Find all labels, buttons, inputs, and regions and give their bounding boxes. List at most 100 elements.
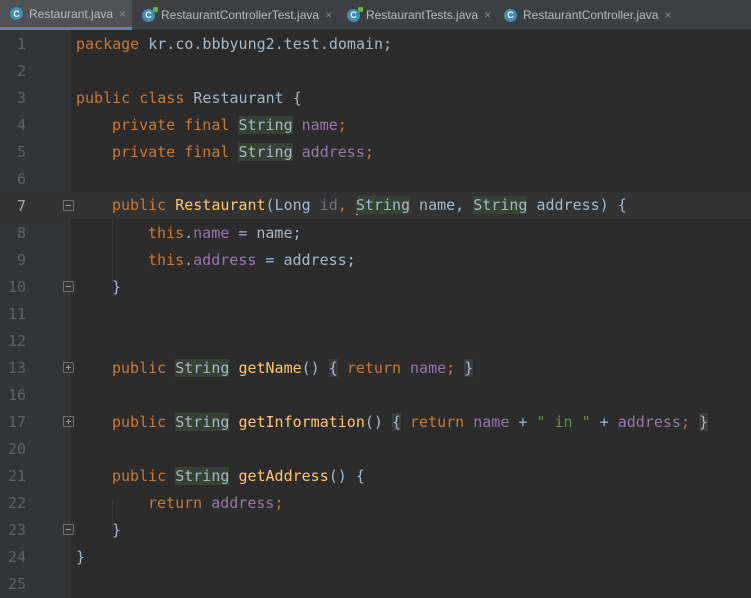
assignment: = address; bbox=[256, 250, 356, 269]
package-name: kr.co.bbbyung2.test.domain; bbox=[139, 34, 393, 53]
line-number: 8 bbox=[16, 223, 26, 242]
tab-label: RestaurantTests.java bbox=[366, 8, 479, 22]
code-line[interactable]: 6 bbox=[0, 165, 751, 192]
line-number: 22 bbox=[7, 493, 26, 512]
keyword: this bbox=[148, 223, 185, 242]
code-line[interactable]: 13 public String getName() { return name… bbox=[0, 354, 751, 381]
tab-restaurant-java[interactable]: C Restaurant.java × bbox=[0, 0, 132, 30]
keyword: private final bbox=[112, 115, 230, 134]
keyword: private final bbox=[112, 142, 230, 161]
test-class-icon: C bbox=[142, 6, 158, 22]
code-line[interactable]: 10 } bbox=[0, 273, 751, 300]
keyword: public bbox=[112, 358, 167, 377]
class-icon: C bbox=[504, 8, 517, 22]
line-number: 12 bbox=[7, 331, 26, 350]
code-line[interactable]: 17 public String getInformation() { retu… bbox=[0, 408, 751, 435]
folded-brace[interactable]: } bbox=[464, 358, 474, 377]
field-name: address bbox=[193, 250, 257, 269]
fold-collapse-icon[interactable] bbox=[63, 200, 74, 211]
fold-end-icon[interactable] bbox=[63, 524, 74, 535]
close-icon[interactable]: × bbox=[664, 8, 671, 22]
keyword: return bbox=[346, 358, 401, 377]
dot: . bbox=[184, 250, 194, 269]
code-line-current[interactable]: 7 public Restaurant(Long id, String name… bbox=[0, 192, 751, 219]
line-number: 11 bbox=[7, 304, 26, 323]
type-name: String bbox=[238, 142, 293, 161]
code-line[interactable]: 1 package kr.co.bbbyung2.test.domain; bbox=[0, 30, 751, 57]
field-name: address bbox=[211, 493, 275, 512]
class-name: Restaurant { bbox=[184, 88, 302, 107]
keyword: public bbox=[76, 88, 131, 107]
tab-restaurant-controller-java[interactable]: C RestaurantController.java × bbox=[494, 0, 679, 30]
code-line[interactable]: 9 this.address = address; bbox=[0, 246, 751, 273]
code-line[interactable]: 4 private final String name; bbox=[0, 111, 751, 138]
line-number: 2 bbox=[16, 61, 26, 80]
line-number: 3 bbox=[16, 88, 26, 107]
code-line[interactable]: 11 bbox=[0, 300, 751, 327]
operator: + bbox=[590, 412, 618, 431]
keyword: public bbox=[112, 412, 167, 431]
fold-end-icon[interactable] bbox=[63, 281, 74, 292]
keyword: class bbox=[139, 88, 185, 107]
parens: () bbox=[364, 412, 383, 431]
test-class-icon: C bbox=[347, 6, 363, 22]
param-name: name, bbox=[410, 196, 474, 215]
close-icon[interactable]: × bbox=[119, 7, 126, 21]
folded-brace[interactable]: { bbox=[391, 412, 401, 431]
keyword: this bbox=[148, 250, 185, 269]
type-name: String bbox=[355, 196, 411, 215]
closing-brace: } bbox=[112, 520, 122, 539]
string-literal: " in " bbox=[536, 412, 591, 431]
code-line[interactable]: 22 return address; bbox=[0, 489, 751, 516]
editor-tab-bar: C Restaurant.java × C RestaurantControll… bbox=[0, 0, 751, 30]
fold-expand-icon[interactable] bbox=[63, 362, 74, 373]
folded-brace[interactable]: } bbox=[699, 412, 709, 431]
type-name: String bbox=[175, 412, 230, 431]
folded-brace[interactable]: { bbox=[328, 358, 338, 377]
tab-label: Restaurant.java bbox=[29, 6, 114, 21]
line-number: 16 bbox=[7, 385, 26, 404]
code-line[interactable]: 16 bbox=[0, 381, 751, 408]
code-line[interactable]: 2 bbox=[0, 57, 751, 84]
semicolon: ; bbox=[446, 358, 456, 377]
keyword: return bbox=[410, 412, 465, 431]
line-number: 6 bbox=[16, 169, 26, 188]
keyword: package bbox=[76, 34, 140, 53]
close-icon[interactable]: × bbox=[325, 8, 332, 22]
parens: () bbox=[301, 358, 320, 377]
code-editor[interactable]: 1 package kr.co.bbbyung2.test.domain; 2 … bbox=[0, 30, 751, 598]
code-line[interactable]: 24 } bbox=[0, 543, 751, 570]
param-name: address) { bbox=[527, 196, 627, 215]
method-name: getName bbox=[238, 358, 302, 377]
method-name: getInformation bbox=[238, 412, 365, 431]
semicolon: ; bbox=[337, 115, 347, 134]
code-line[interactable]: 8 this.name = name; bbox=[0, 219, 751, 246]
line-number: 23 bbox=[7, 520, 26, 539]
fold-expand-icon[interactable] bbox=[63, 416, 74, 427]
type-name: String bbox=[238, 115, 293, 134]
keyword: public bbox=[112, 466, 167, 485]
code-line[interactable]: 3 public class Restaurant { bbox=[0, 84, 751, 111]
code-line[interactable]: 25 bbox=[0, 570, 751, 597]
param-type: (Long bbox=[265, 196, 320, 215]
tab-restaurant-controller-test-java[interactable]: C RestaurantControllerTest.java × bbox=[132, 0, 337, 30]
method-open: () { bbox=[328, 466, 365, 485]
tab-restaurant-tests-java[interactable]: C RestaurantTests.java × bbox=[337, 0, 494, 30]
code-line[interactable]: 12 bbox=[0, 327, 751, 354]
assignment: = name; bbox=[229, 223, 302, 242]
field-name: address bbox=[301, 142, 365, 161]
line-number: 10 bbox=[7, 277, 26, 296]
closing-brace: } bbox=[76, 547, 86, 566]
field-name: name bbox=[410, 358, 447, 377]
code-line[interactable]: 5 private final String address; bbox=[0, 138, 751, 165]
code-line[interactable]: 21 public String getAddress() { bbox=[0, 462, 751, 489]
constructor-name: Restaurant bbox=[175, 196, 266, 215]
line-number: 25 bbox=[7, 574, 26, 593]
code-line[interactable]: 20 bbox=[0, 435, 751, 462]
close-icon[interactable]: × bbox=[484, 8, 491, 22]
type-name: String bbox=[473, 196, 528, 215]
comma: , bbox=[337, 196, 356, 215]
line-number: 17 bbox=[7, 412, 26, 431]
code-line[interactable]: 23 } bbox=[0, 516, 751, 543]
line-number: 1 bbox=[16, 34, 26, 53]
